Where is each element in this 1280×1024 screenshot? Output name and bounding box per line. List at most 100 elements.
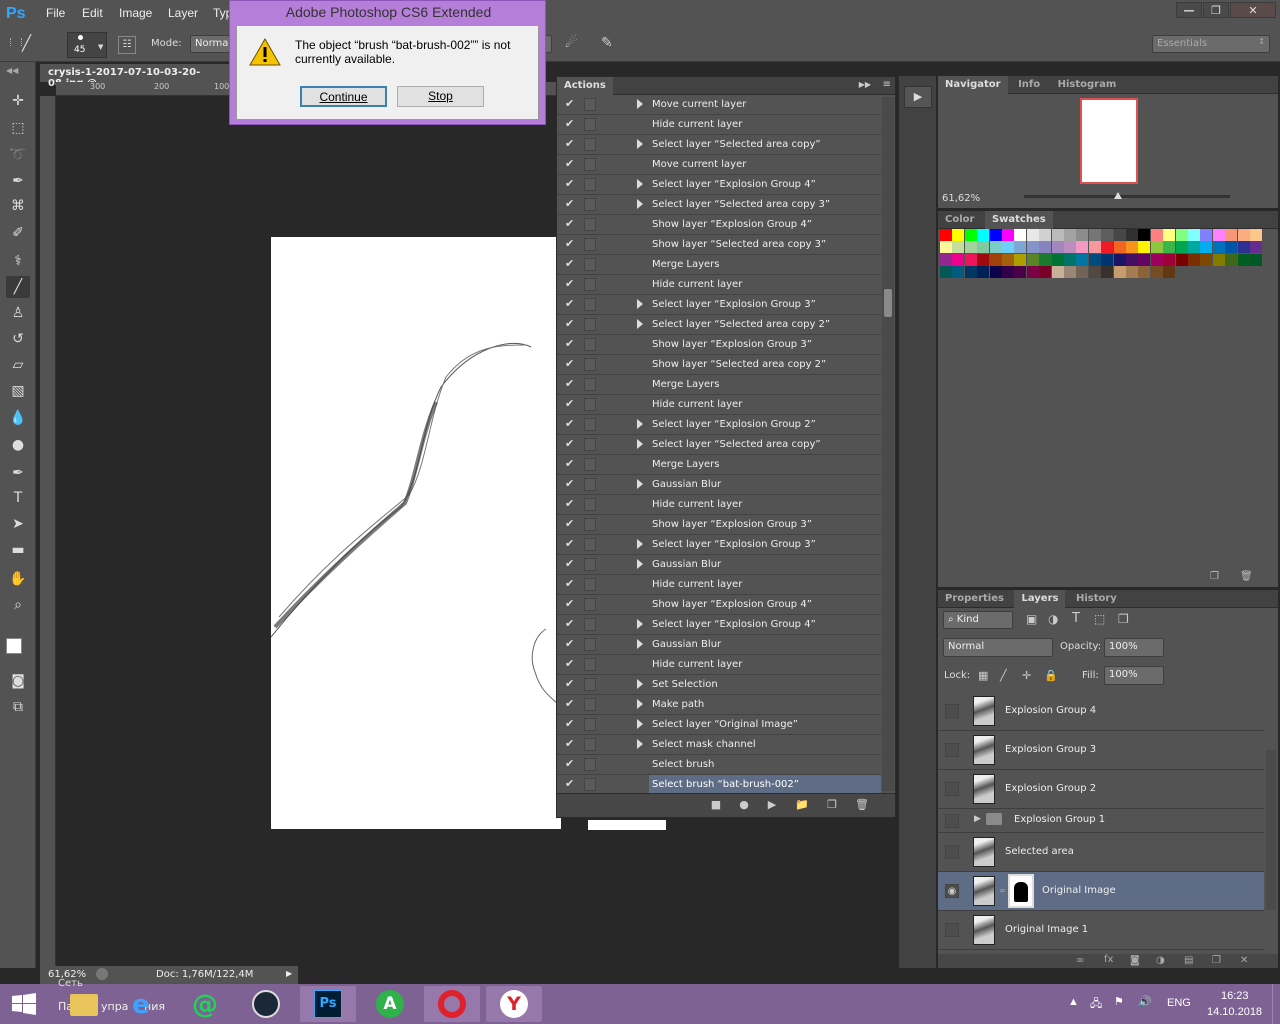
color-swatch[interactable]	[1150, 241, 1163, 254]
checkmark-icon[interactable]: ✔	[565, 218, 577, 230]
action-row[interactable]: ✔ Show layer “Explosion Group 3”	[557, 335, 881, 355]
menu-image[interactable]: Image	[119, 6, 152, 20]
color-swatch[interactable]	[1138, 266, 1151, 279]
dialog-toggle-box[interactable]	[584, 298, 596, 311]
color-swatch[interactable]	[1051, 241, 1064, 254]
color-swatch[interactable]	[1175, 253, 1188, 266]
layer-thumbnail[interactable]	[973, 915, 995, 945]
dialog-toggle-box[interactable]	[584, 758, 596, 771]
dialog-toggle-box[interactable]	[584, 278, 596, 291]
color-swatch[interactable]	[1088, 229, 1101, 241]
layer-thumbnail[interactable]	[973, 876, 995, 906]
brush-tool-icon[interactable]: ╱	[22, 34, 44, 54]
checkmark-icon[interactable]: ✔	[565, 378, 577, 390]
brush-panel-toggle-icon[interactable]: ☷	[118, 36, 136, 54]
color-swatch[interactable]	[1051, 253, 1064, 266]
color-swatch[interactable]	[989, 241, 1002, 254]
eyedropper-tool-icon[interactable]: ✐	[6, 222, 30, 244]
checkmark-icon[interactable]: ✔	[565, 198, 577, 210]
move-tool-icon[interactable]: ✛	[6, 90, 30, 112]
checkmark-icon[interactable]: ✔	[565, 538, 577, 550]
checkmark-icon[interactable]: ✔	[565, 558, 577, 570]
clone-stamp-tool-icon[interactable]: ♙	[6, 302, 30, 324]
adjustment-icon[interactable]: ◑	[1156, 955, 1165, 966]
color-swatch[interactable]	[1237, 241, 1250, 254]
layer-name[interactable]: Original Image	[1042, 885, 1116, 896]
layer-thumbnail[interactable]	[973, 774, 995, 804]
checkmark-icon[interactable]: ✔	[565, 458, 577, 470]
color-swatch[interactable]	[1237, 229, 1250, 241]
color-swatch[interactable]	[1113, 229, 1126, 241]
color-swatch[interactable]	[1101, 241, 1114, 254]
color-swatch[interactable]	[1163, 241, 1176, 254]
checkmark-icon[interactable]: ✔	[565, 178, 577, 190]
dialog-toggle-box[interactable]	[584, 658, 596, 671]
layer-row[interactable]: Explosion Group 2	[938, 770, 1264, 809]
color-swatch[interactable]	[1076, 253, 1089, 266]
color-swatch[interactable]	[1113, 266, 1126, 279]
color-swatch[interactable]	[1076, 241, 1089, 254]
zoom-slider[interactable]	[1024, 192, 1230, 199]
tray-chevron-icon[interactable]: ▲	[1068, 996, 1079, 1008]
color-swatch[interactable]	[952, 229, 965, 241]
checkmark-icon[interactable]: ✔	[565, 478, 577, 490]
checkmark-icon[interactable]: ✔	[565, 738, 577, 750]
lock-position-icon[interactable]: ✛	[1022, 669, 1031, 682]
color-swatch[interactable]	[1237, 253, 1250, 266]
crop-tool-icon[interactable]: ⌘	[6, 195, 30, 217]
tab-navigator[interactable]: Navigator	[938, 76, 1008, 94]
action-row[interactable]: ✔ Show layer “Explosion Group 4”	[557, 595, 881, 615]
color-swatch[interactable]	[1126, 229, 1138, 241]
action-row[interactable]: ✔ Set Selection	[557, 675, 881, 695]
color-swatch[interactable]	[1088, 266, 1101, 279]
layer-name[interactable]: Selected area	[1005, 846, 1074, 857]
color-swatch[interactable]	[1026, 253, 1039, 266]
dialog-toggle-box[interactable]	[584, 518, 596, 531]
action-row[interactable]: ✔ Show layer “Selected area copy 2”	[557, 355, 881, 375]
lasso-tool-icon[interactable]: ➰	[6, 144, 30, 166]
quick-selection-tool-icon[interactable]: ✒	[6, 170, 30, 192]
color-swatch[interactable]	[1212, 241, 1225, 254]
airbrush-icon[interactable]: ☄	[565, 35, 585, 53]
new-set-icon[interactable]: 📁	[795, 799, 809, 811]
fx-icon[interactable]: fx	[1104, 954, 1113, 965]
action-row[interactable]: ✔ Show layer “Selected area copy 3”	[557, 235, 881, 255]
healing-brush-tool-icon[interactable]: ⚕	[6, 250, 30, 272]
close-button[interactable]: ✕	[1230, 2, 1276, 18]
mode-select[interactable]: Normal	[190, 35, 231, 53]
foreground-color-swatch[interactable]	[6, 638, 22, 654]
menu-layer[interactable]: Layer	[168, 6, 198, 20]
color-swatch[interactable]	[1026, 241, 1039, 254]
color-swatch[interactable]	[1188, 241, 1200, 254]
color-swatch[interactable]	[1175, 229, 1188, 241]
expand-arrow-icon[interactable]	[637, 739, 643, 749]
delete-icon[interactable]: ✕	[1240, 955, 1248, 966]
color-swatch[interactable]	[1076, 266, 1089, 279]
color-swatch[interactable]	[1014, 241, 1027, 254]
checkmark-icon[interactable]: ✔	[565, 158, 577, 170]
expand-arrow-icon[interactable]	[637, 539, 643, 549]
opera-app[interactable]	[424, 986, 480, 1022]
language-indicator[interactable]: ENG	[1167, 997, 1191, 1009]
action-row[interactable]: ✔ Hide current layer	[557, 395, 881, 415]
color-swatch[interactable]	[1088, 241, 1101, 254]
dialog-toggle-box[interactable]	[584, 498, 596, 511]
dialog-toggle-box[interactable]	[584, 258, 596, 271]
type-filter-icon[interactable]: T	[1072, 611, 1080, 626]
hand-tool-icon[interactable]: ✋	[6, 568, 30, 590]
navigator-preview[interactable]	[1080, 98, 1138, 184]
color-swatch[interactable]	[977, 229, 990, 241]
dialog-toggle-box[interactable]	[584, 778, 596, 791]
color-swatch[interactable]	[940, 229, 952, 241]
color-swatch[interactable]	[1150, 266, 1163, 279]
expand-arrow-icon[interactable]	[637, 679, 643, 689]
color-swatch[interactable]	[1188, 253, 1200, 266]
action-row[interactable]: ✔ Select layer “Selected area copy 3”	[557, 195, 881, 215]
color-swatch[interactable]	[1126, 253, 1138, 266]
color-swatch[interactable]	[1138, 229, 1151, 241]
adjustment-filter-icon[interactable]: ◑	[1048, 612, 1058, 626]
action-row[interactable]: ✔ Move current layer	[557, 155, 881, 175]
blend-mode-select[interactable]: Normal	[943, 638, 1053, 657]
new-swatch-icon[interactable]: ❐	[1210, 571, 1219, 582]
document-canvas[interactable]	[270, 237, 561, 829]
